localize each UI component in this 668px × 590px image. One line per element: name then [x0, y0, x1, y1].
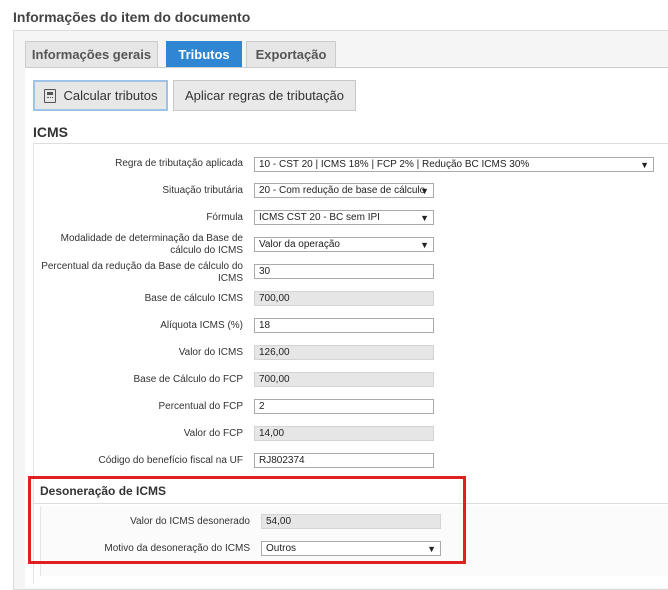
- percentual-fcp-label: Percentual do FCP: [158, 401, 244, 412]
- chevron-down-icon: ▼: [420, 213, 429, 223]
- modalidade-select[interactable]: Valor da operação ▼: [254, 237, 434, 252]
- calcular-tributos-button[interactable]: Calcular tributos: [33, 80, 168, 111]
- base-calculo-icms-field: 700,00: [254, 291, 434, 306]
- codigo-beneficio-input[interactable]: RJ802374: [254, 453, 434, 468]
- aliquota-icms-input[interactable]: 18: [254, 318, 434, 333]
- formula-select[interactable]: ICMS CST 20 - BC sem IPI ▼: [254, 210, 434, 225]
- valor-fcp-label: Valor do FCP: [183, 428, 243, 439]
- base-calculo-icms-label: Base de cálculo ICMS: [144, 293, 243, 304]
- regra-tributacao-label: Regra de tributação aplicada: [115, 158, 243, 169]
- base-calculo-fcp-label: Base de Cálculo do FCP: [133, 374, 243, 385]
- situacao-tributaria-value: 20 - Com redução de base de cálculo: [259, 185, 426, 196]
- valor-icms-label: Valor do ICMS: [178, 347, 243, 358]
- aplicar-regras-label: Aplicar regras de tributação: [185, 88, 344, 103]
- tab-exportacao[interactable]: Exportação: [246, 41, 336, 67]
- percentual-reducao-input[interactable]: 30: [254, 264, 434, 279]
- valor-icms-field: 126,00: [254, 345, 434, 360]
- page-title: Informações do item do documento: [13, 9, 251, 25]
- modalidade-label: Modalidade de determinação da Base de cá…: [60, 233, 243, 256]
- chevron-down-icon: ▼: [640, 160, 649, 170]
- percentual-fcp-input[interactable]: 2: [254, 399, 434, 414]
- highlight-box: [28, 476, 466, 564]
- tab-tributos[interactable]: Tributos: [166, 41, 242, 67]
- valor-fcp-field: 14,00: [254, 426, 434, 441]
- regra-tributacao-select[interactable]: 10 - CST 20 | ICMS 18% | FCP 2% | Reduçã…: [254, 157, 654, 172]
- calculator-icon: [43, 88, 56, 103]
- chevron-down-icon: ▼: [420, 240, 429, 250]
- base-calculo-fcp-field: 700,00: [254, 372, 434, 387]
- situacao-tributaria-label: Situação tributária: [162, 185, 243, 196]
- formula-label: Fórmula: [206, 212, 243, 223]
- aplicar-regras-button[interactable]: Aplicar regras de tributação: [173, 80, 356, 111]
- tab-informacoes-gerais[interactable]: Informações gerais: [25, 41, 158, 67]
- chevron-down-icon: ▼: [420, 186, 429, 196]
- codigo-beneficio-label: Código do benefício fiscal na UF: [98, 455, 243, 466]
- situacao-tributaria-select[interactable]: 20 - Com redução de base de cálculo ▼: [254, 183, 434, 198]
- icms-section-title: ICMS: [33, 124, 68, 140]
- formula-value: ICMS CST 20 - BC sem IPI: [259, 212, 380, 223]
- modalidade-value: Valor da operação: [259, 239, 340, 250]
- regra-tributacao-value: 10 - CST 20 | ICMS 18% | FCP 2% | Reduçã…: [259, 159, 530, 170]
- calcular-tributos-label: Calcular tributos: [63, 88, 158, 103]
- percentual-reducao-label: Percentual da redução da Base de cálculo…: [41, 261, 243, 284]
- aliquota-icms-label: Alíquota ICMS (%): [160, 320, 243, 331]
